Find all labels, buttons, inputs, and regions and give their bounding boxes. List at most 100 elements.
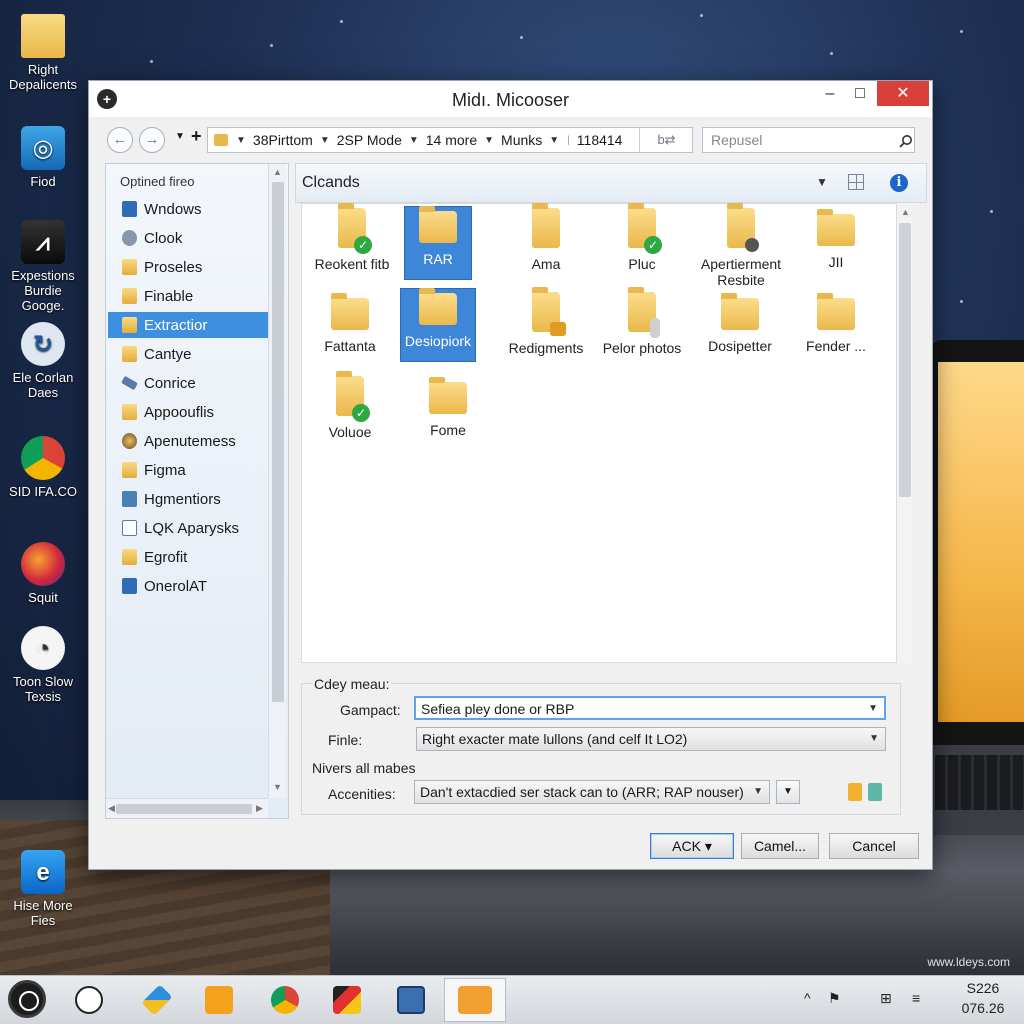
view-grid-icon[interactable] bbox=[848, 174, 864, 190]
archive-icon[interactable] bbox=[848, 783, 862, 801]
file-item[interactable]: Pelor photos bbox=[592, 287, 692, 368]
nav-item-finable[interactable]: Finable bbox=[108, 283, 268, 309]
breadcrumb-segment[interactable]: Munks bbox=[498, 132, 545, 148]
breadcrumb-segment[interactable]: 2SP Mode bbox=[334, 132, 405, 148]
file-item[interactable]: Dosipetter bbox=[692, 293, 788, 368]
finle-dropdown[interactable]: Right exacter mate lullons (and celf It … bbox=[416, 727, 886, 751]
taskbar-clock[interactable]: S226 076.26 bbox=[948, 978, 1018, 1018]
forward-button[interactable]: → bbox=[139, 127, 165, 153]
file-item[interactable]: Fome bbox=[400, 377, 496, 452]
nav-item-cantye[interactable]: Cantye bbox=[108, 341, 268, 367]
scrollbar-thumb[interactable] bbox=[116, 804, 252, 814]
refresh-button[interactable]: b⇄ bbox=[639, 127, 693, 153]
nav-vertical-scrollbar[interactable]: ▲ ▼ bbox=[268, 164, 286, 798]
chevron-down-icon[interactable]: ▼ bbox=[232, 135, 250, 146]
chevron-down-icon[interactable]: ▼ bbox=[869, 728, 879, 750]
flag-icon[interactable]: ⚑ bbox=[828, 990, 841, 1007]
minimize-button[interactable]: – bbox=[815, 81, 845, 106]
desktop-icon-hise-more[interactable]: e Hise More Fies bbox=[4, 850, 82, 928]
scroll-right-icon[interactable]: ▶ bbox=[256, 803, 263, 814]
desktop-icon-expestions[interactable]: ⩘ Expestions Burdie Googe. bbox=[4, 220, 82, 313]
file-item[interactable]: ✓ Pluc bbox=[594, 203, 690, 284]
nav-item-lqk-aparysks[interactable]: LQK Aparysks bbox=[108, 515, 268, 541]
nav-item-proseles[interactable]: Proseles bbox=[108, 254, 268, 280]
search-input[interactable]: Repusel bbox=[702, 127, 915, 153]
chevron-down-icon[interactable]: ▼ bbox=[868, 698, 878, 718]
file-list-scrollbar[interactable]: ▲ bbox=[897, 203, 913, 663]
taskbar-app-pen[interactable] bbox=[138, 982, 176, 1018]
file-item[interactable]: Redigments bbox=[498, 287, 594, 368]
network-icon[interactable]: ⊞ bbox=[880, 990, 892, 1007]
info-icon[interactable]: i bbox=[890, 174, 908, 192]
scroll-up-icon[interactable]: ▲ bbox=[901, 207, 910, 217]
desktop-icon-right-depalicents[interactable]: Right Depalicents bbox=[4, 14, 82, 92]
nav-item-extractior[interactable]: Extractior bbox=[108, 312, 268, 338]
nav-horizontal-scrollbar[interactable]: ◀ ▶ bbox=[106, 798, 268, 818]
camel-button[interactable]: Camel... bbox=[741, 833, 819, 859]
scroll-up-icon[interactable]: ▲ bbox=[273, 167, 282, 177]
accenities-dropdown[interactable]: Dan't extacdied ser stack can to (ARR; R… bbox=[414, 780, 770, 804]
new-folder-button[interactable]: + bbox=[191, 126, 202, 147]
file-item[interactable]: Ama bbox=[498, 203, 594, 284]
nav-item-hgmentiors[interactable]: Hgmentiors bbox=[108, 486, 268, 512]
scrollbar-thumb[interactable] bbox=[899, 223, 911, 497]
package-icon[interactable] bbox=[868, 783, 882, 801]
nav-item-clook[interactable]: Clook bbox=[108, 225, 268, 251]
taskbar-app-timer[interactable] bbox=[70, 982, 108, 1018]
scroll-left-icon[interactable]: ◀ bbox=[108, 803, 115, 814]
gampact-dropdown[interactable]: Sefiea pley done or RBP ▼ bbox=[414, 696, 886, 720]
notifications-icon[interactable]: ≡ bbox=[912, 990, 920, 1006]
start-button[interactable] bbox=[8, 980, 46, 1018]
close-button[interactable]: ✕ bbox=[877, 81, 929, 106]
nav-item-apenutemess[interactable]: Apenutemess bbox=[108, 428, 268, 454]
taskbar-app-office[interactable] bbox=[200, 982, 238, 1018]
chevron-down-icon[interactable]: ▼ bbox=[405, 135, 423, 146]
nav-item-appoouflis[interactable]: Appoouflis bbox=[108, 399, 268, 425]
file-item-selected[interactable]: RAR bbox=[404, 206, 472, 280]
file-item[interactable]: JII bbox=[788, 209, 884, 284]
tray-overflow-icon[interactable]: ^ bbox=[804, 990, 811, 1006]
nav-item-onerolat[interactable]: OnerolAT bbox=[108, 573, 268, 599]
nav-item-figma[interactable]: Figma bbox=[108, 457, 268, 483]
taskbar-app-monitor[interactable] bbox=[392, 982, 430, 1018]
ack-button[interactable]: ACK ▾ bbox=[650, 833, 734, 859]
desktop-icon-ele-corlan[interactable]: ↻ Ele Corlan Daes bbox=[4, 322, 82, 400]
search-icon[interactable] bbox=[899, 134, 913, 148]
taskbar-app-archive-active[interactable] bbox=[444, 978, 506, 1022]
breadcrumb-segment[interactable]: 38Pirttom bbox=[250, 132, 316, 148]
chevron-down-icon[interactable]: ▼ bbox=[480, 135, 498, 146]
file-item[interactable]: Apertierment Resbite bbox=[688, 203, 794, 288]
file-label: Fender ... bbox=[806, 338, 866, 354]
back-button[interactable]: ← bbox=[107, 127, 133, 153]
breadcrumb-segment[interactable]: 14 more bbox=[423, 132, 480, 148]
nav-item-label: Finable bbox=[144, 287, 194, 305]
maximize-button[interactable]: □ bbox=[845, 81, 875, 106]
file-label: Fome bbox=[430, 422, 466, 438]
desktop-icon-sid[interactable]: SID IFA.CO bbox=[4, 436, 82, 499]
taskbar-app-paint[interactable] bbox=[328, 982, 366, 1018]
breadcrumb-segment[interactable]: 118414 bbox=[574, 132, 626, 148]
scrollbar-thumb[interactable] bbox=[272, 182, 284, 702]
chevron-down-icon[interactable]: ▼ bbox=[316, 135, 334, 146]
view-options-dropdown[interactable]: ▼ bbox=[816, 175, 828, 189]
file-item[interactable]: Fattanta bbox=[302, 293, 398, 368]
desktop-icon-toon-slow[interactable]: ◔ Toon Slow Texsis bbox=[4, 626, 82, 704]
desktop-icon-squit[interactable]: Squit bbox=[4, 542, 82, 605]
nav-item-conrice[interactable]: Conrice bbox=[108, 370, 268, 396]
scroll-down-icon[interactable]: ▼ bbox=[273, 782, 282, 792]
chevron-down-icon[interactable]: ▼ bbox=[545, 135, 563, 146]
cancel-button[interactable]: Cancel bbox=[829, 833, 919, 859]
address-bar[interactable]: ▼ 38Pirttom ▼ 2SP Mode ▼ 14 more ▼ Munks… bbox=[207, 127, 693, 153]
file-item[interactable]: ✓ Voluoe bbox=[302, 371, 398, 452]
nav-item-wndows[interactable]: Wndows bbox=[108, 196, 268, 222]
chevron-down-icon[interactable]: ▼ bbox=[753, 781, 763, 803]
nav-item-egrofit[interactable]: Egrofit bbox=[108, 544, 268, 570]
file-item[interactable]: Fender ... bbox=[788, 293, 884, 368]
history-dropdown-icon[interactable]: ▼ bbox=[175, 131, 185, 142]
file-label: Pluc bbox=[628, 256, 656, 272]
desktop-icon-fiod[interactable]: ◎ Fiod bbox=[4, 126, 82, 189]
file-item[interactable]: ✓ Reokent fitb bbox=[304, 203, 400, 284]
file-item-selected[interactable]: Desiopiork bbox=[400, 288, 476, 362]
taskbar-app-chrome[interactable] bbox=[266, 982, 304, 1018]
accenities-expand-button[interactable]: ▼ bbox=[776, 780, 800, 804]
